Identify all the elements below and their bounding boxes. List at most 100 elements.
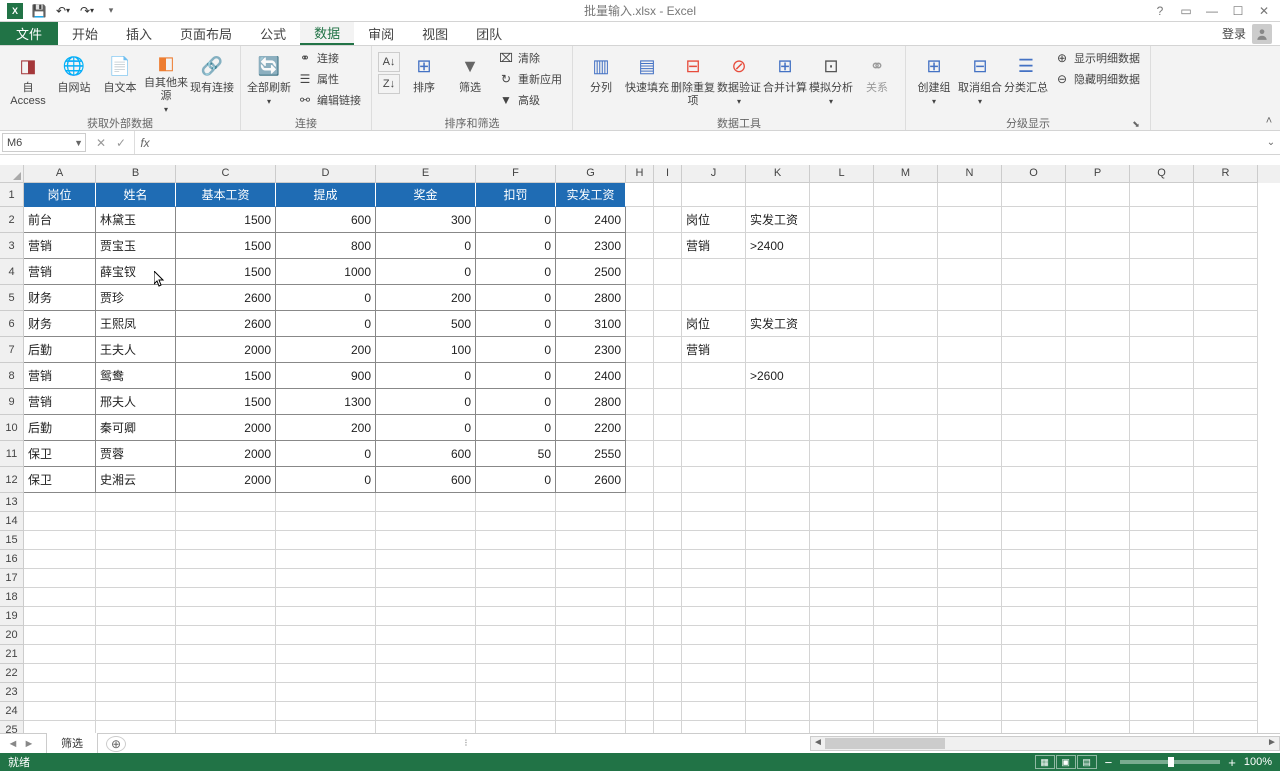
- cell[interactable]: [1002, 467, 1066, 493]
- cell[interactable]: [176, 702, 276, 721]
- cell[interactable]: [376, 607, 476, 626]
- cell[interactable]: [1194, 207, 1258, 233]
- cell[interactable]: [1002, 645, 1066, 664]
- cell[interactable]: [96, 721, 176, 733]
- cell[interactable]: [938, 626, 1002, 645]
- cell[interactable]: [1002, 363, 1066, 389]
- cell[interactable]: [626, 683, 654, 702]
- data-validation-button[interactable]: ⊘数据验证▾: [717, 48, 761, 114]
- cell[interactable]: [1066, 183, 1130, 207]
- zoom-level[interactable]: 100%: [1244, 756, 1272, 768]
- cell[interactable]: [626, 233, 654, 259]
- row-header-12[interactable]: 12: [0, 467, 24, 493]
- cell[interactable]: [938, 311, 1002, 337]
- cell[interactable]: [1066, 311, 1130, 337]
- cell[interactable]: [654, 493, 682, 512]
- cell[interactable]: [874, 512, 938, 531]
- cell[interactable]: [1194, 183, 1258, 207]
- column-header-L[interactable]: L: [810, 165, 874, 183]
- login-area[interactable]: 登录: [1222, 22, 1280, 45]
- cell[interactable]: [24, 531, 96, 550]
- cell[interactable]: [682, 626, 746, 645]
- cell[interactable]: [24, 550, 96, 569]
- remove-duplicates-button[interactable]: ⊟删除重复项: [671, 48, 715, 114]
- minimize-button[interactable]: —: [1200, 2, 1224, 20]
- cell[interactable]: [476, 531, 556, 550]
- reapply-filter-button[interactable]: ↻重新应用: [494, 69, 566, 89]
- cell[interactable]: [24, 664, 96, 683]
- cell[interactable]: [376, 702, 476, 721]
- cell[interactable]: [654, 259, 682, 285]
- cell[interactable]: [682, 550, 746, 569]
- cell[interactable]: [654, 550, 682, 569]
- cell[interactable]: [24, 702, 96, 721]
- page-break-view-button[interactable]: ▤: [1077, 755, 1097, 769]
- column-header-Q[interactable]: Q: [1130, 165, 1194, 183]
- cell[interactable]: [1130, 233, 1194, 259]
- redo-button[interactable]: ↷▾: [76, 2, 98, 20]
- cell[interactable]: [1002, 607, 1066, 626]
- cell[interactable]: [682, 607, 746, 626]
- cell[interactable]: [654, 311, 682, 337]
- column-header-M[interactable]: M: [874, 165, 938, 183]
- cell[interactable]: [938, 233, 1002, 259]
- cell[interactable]: [746, 702, 810, 721]
- cell[interactable]: [176, 626, 276, 645]
- row-header-25[interactable]: 25: [0, 721, 24, 733]
- cell[interactable]: [874, 493, 938, 512]
- cell[interactable]: 2400: [556, 363, 626, 389]
- cell[interactable]: [874, 626, 938, 645]
- ungroup-button[interactable]: ⊟取消组合▾: [958, 48, 1002, 114]
- cell[interactable]: [24, 512, 96, 531]
- cell[interactable]: [654, 607, 682, 626]
- cell[interactable]: [1066, 467, 1130, 493]
- cell[interactable]: [874, 389, 938, 415]
- cell[interactable]: [874, 702, 938, 721]
- cell[interactable]: [176, 683, 276, 702]
- cell[interactable]: [96, 607, 176, 626]
- cell[interactable]: [1130, 569, 1194, 588]
- cell[interactable]: [938, 415, 1002, 441]
- cell[interactable]: [746, 531, 810, 550]
- sort-button[interactable]: ⊞排序: [402, 48, 446, 114]
- cell[interactable]: [1066, 626, 1130, 645]
- cell[interactable]: [1194, 467, 1258, 493]
- cell[interactable]: [1194, 337, 1258, 363]
- cell[interactable]: [746, 721, 810, 733]
- cell[interactable]: [810, 702, 874, 721]
- cell[interactable]: [810, 311, 874, 337]
- cell[interactable]: [626, 550, 654, 569]
- cell[interactable]: [556, 493, 626, 512]
- cell[interactable]: [874, 664, 938, 683]
- cell[interactable]: [810, 493, 874, 512]
- cell[interactable]: [810, 363, 874, 389]
- cell[interactable]: 50: [476, 441, 556, 467]
- cell[interactable]: [1194, 607, 1258, 626]
- cell[interactable]: [556, 664, 626, 683]
- cell[interactable]: [654, 233, 682, 259]
- cell[interactable]: [938, 467, 1002, 493]
- column-header-I[interactable]: I: [654, 165, 682, 183]
- cell[interactable]: [176, 569, 276, 588]
- cell[interactable]: 2500: [556, 259, 626, 285]
- cell[interactable]: [24, 493, 96, 512]
- cell[interactable]: 600: [276, 207, 376, 233]
- cell[interactable]: [874, 311, 938, 337]
- ribbon-display-options[interactable]: ▭: [1174, 2, 1198, 20]
- cell[interactable]: [1002, 311, 1066, 337]
- cell[interactable]: [1194, 664, 1258, 683]
- cell[interactable]: [874, 588, 938, 607]
- cell[interactable]: [1130, 721, 1194, 733]
- cell[interactable]: [626, 415, 654, 441]
- cell[interactable]: [1002, 721, 1066, 733]
- help-button[interactable]: ?: [1148, 2, 1172, 20]
- cell[interactable]: [96, 683, 176, 702]
- cell[interactable]: [810, 531, 874, 550]
- cell[interactable]: 0: [476, 233, 556, 259]
- sheet-nav-prev[interactable]: ◄: [6, 738, 20, 750]
- cancel-formula-button[interactable]: ✕: [92, 134, 110, 152]
- cell[interactable]: 0: [476, 363, 556, 389]
- cell[interactable]: [626, 664, 654, 683]
- cell[interactable]: [556, 702, 626, 721]
- column-header-J[interactable]: J: [682, 165, 746, 183]
